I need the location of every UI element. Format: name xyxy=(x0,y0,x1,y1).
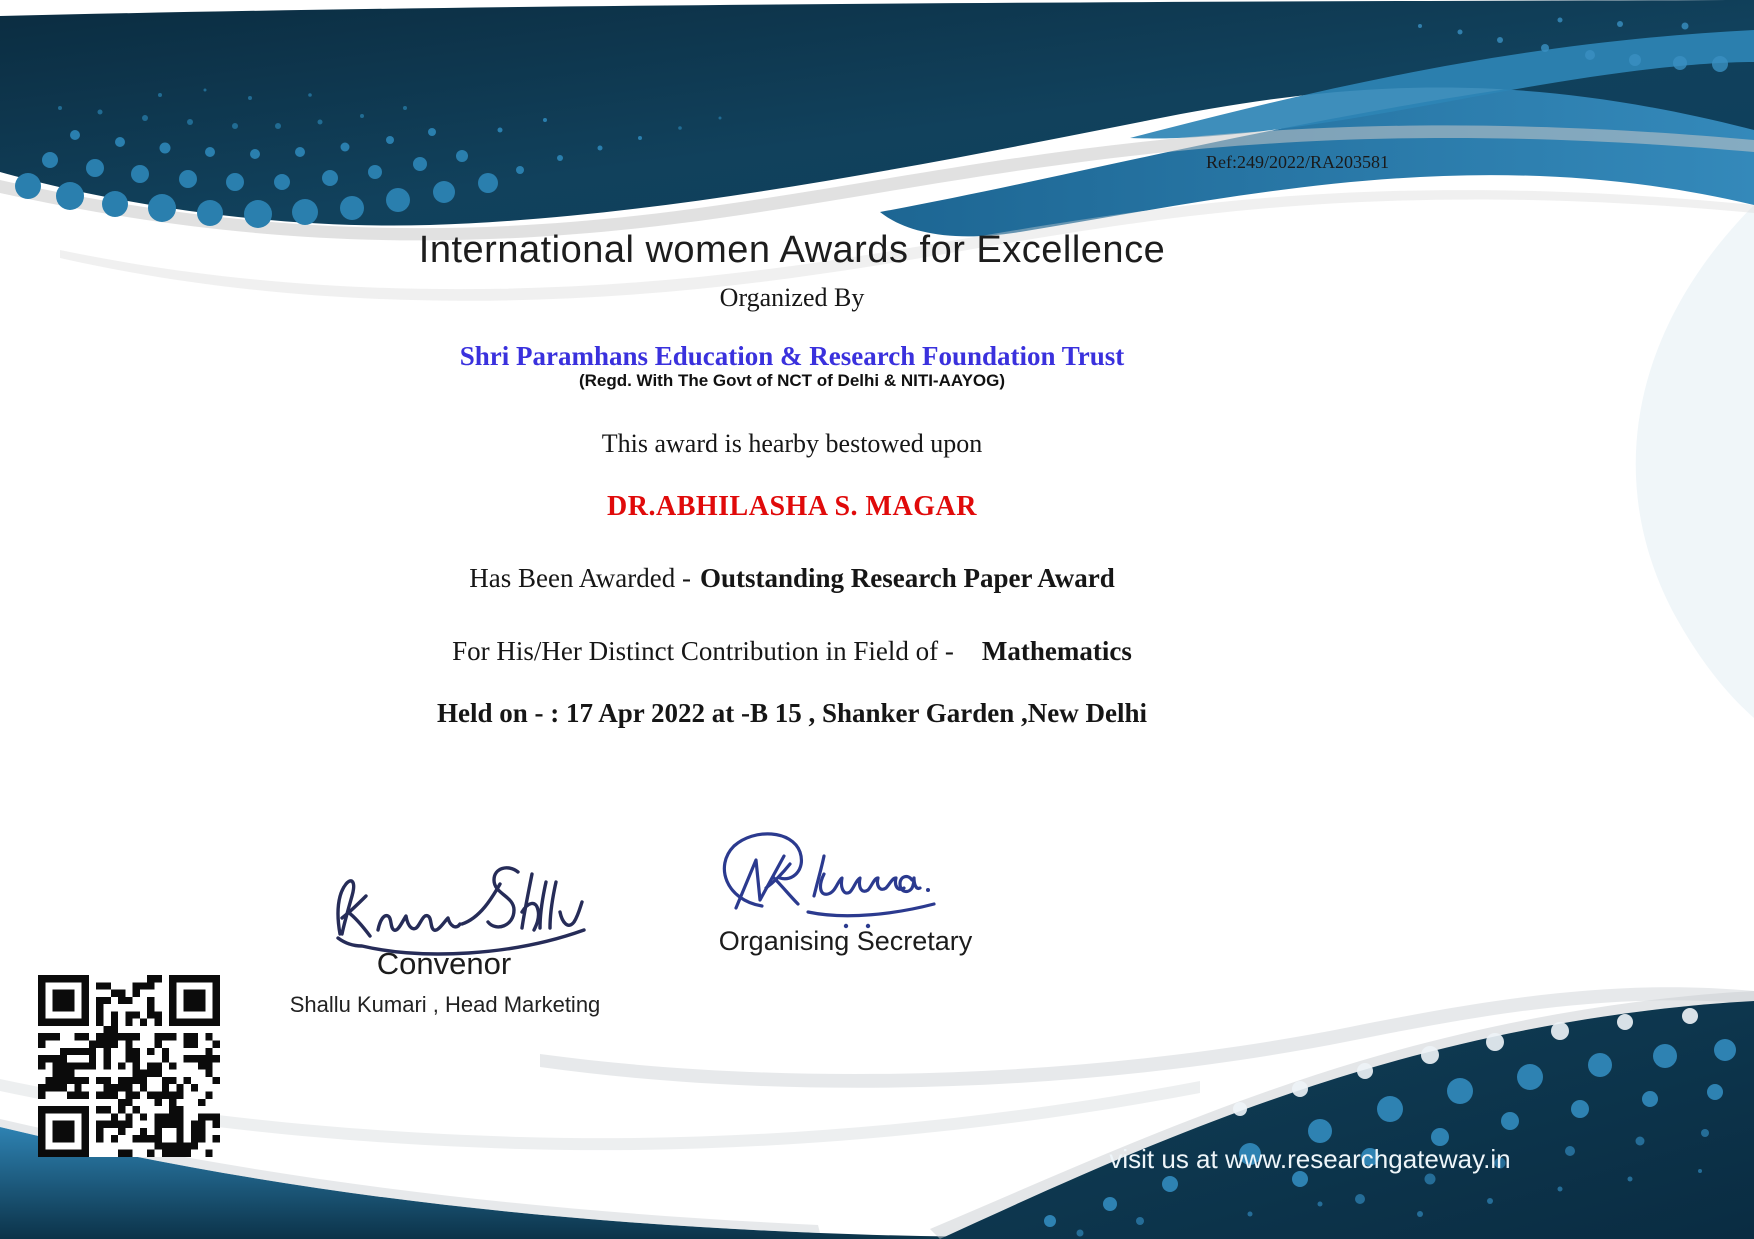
halftone-dots-top xyxy=(15,118,642,228)
organising-secretary-label: Organising Secretary xyxy=(688,926,1003,957)
award-prefix: Has Been Awarded - xyxy=(469,563,691,593)
convenor-role-label: Convenor xyxy=(298,946,590,982)
certificate-page: { "certificate": { "ref_number": "Ref:24… xyxy=(0,0,1754,1239)
organized-by-label: Organized By xyxy=(0,283,1584,313)
organising-secretary-signature xyxy=(696,808,956,933)
organizer-registration: (Regd. With The Govt of NCT of Delhi & N… xyxy=(0,371,1584,391)
certificate-title: International women Awards for Excellenc… xyxy=(0,229,1584,272)
bestowed-line: This award is hearby bestowed upon xyxy=(0,429,1584,459)
organizer-name: Shri Paramhans Education & Research Foun… xyxy=(0,341,1584,372)
recipient-name: DR.ABHILASHA S. MAGAR xyxy=(0,491,1584,523)
field-line: For His/Her Distinct Contribution in Fie… xyxy=(0,636,1584,667)
event-line: Held on - : 17 Apr 2022 at -B 15 , Shank… xyxy=(0,698,1584,729)
award-line: Has Been Awarded - Outstanding Research P… xyxy=(0,563,1584,594)
field-value: Mathematics xyxy=(982,636,1132,666)
qr-code xyxy=(38,975,220,1157)
convenor-name-label: Shallu Kumari , Head Marketing xyxy=(270,992,620,1018)
award-title: Outstanding Research Paper Award xyxy=(700,563,1115,593)
website-note: visit us at www.researchgateway.in xyxy=(1095,1144,1525,1175)
field-prefix: For His/Her Distinct Contribution in Fie… xyxy=(452,636,954,666)
halftone-dots-bottom xyxy=(1233,1008,1698,1116)
reference-number: Ref:249/2022/RA203581 xyxy=(1206,152,1389,173)
